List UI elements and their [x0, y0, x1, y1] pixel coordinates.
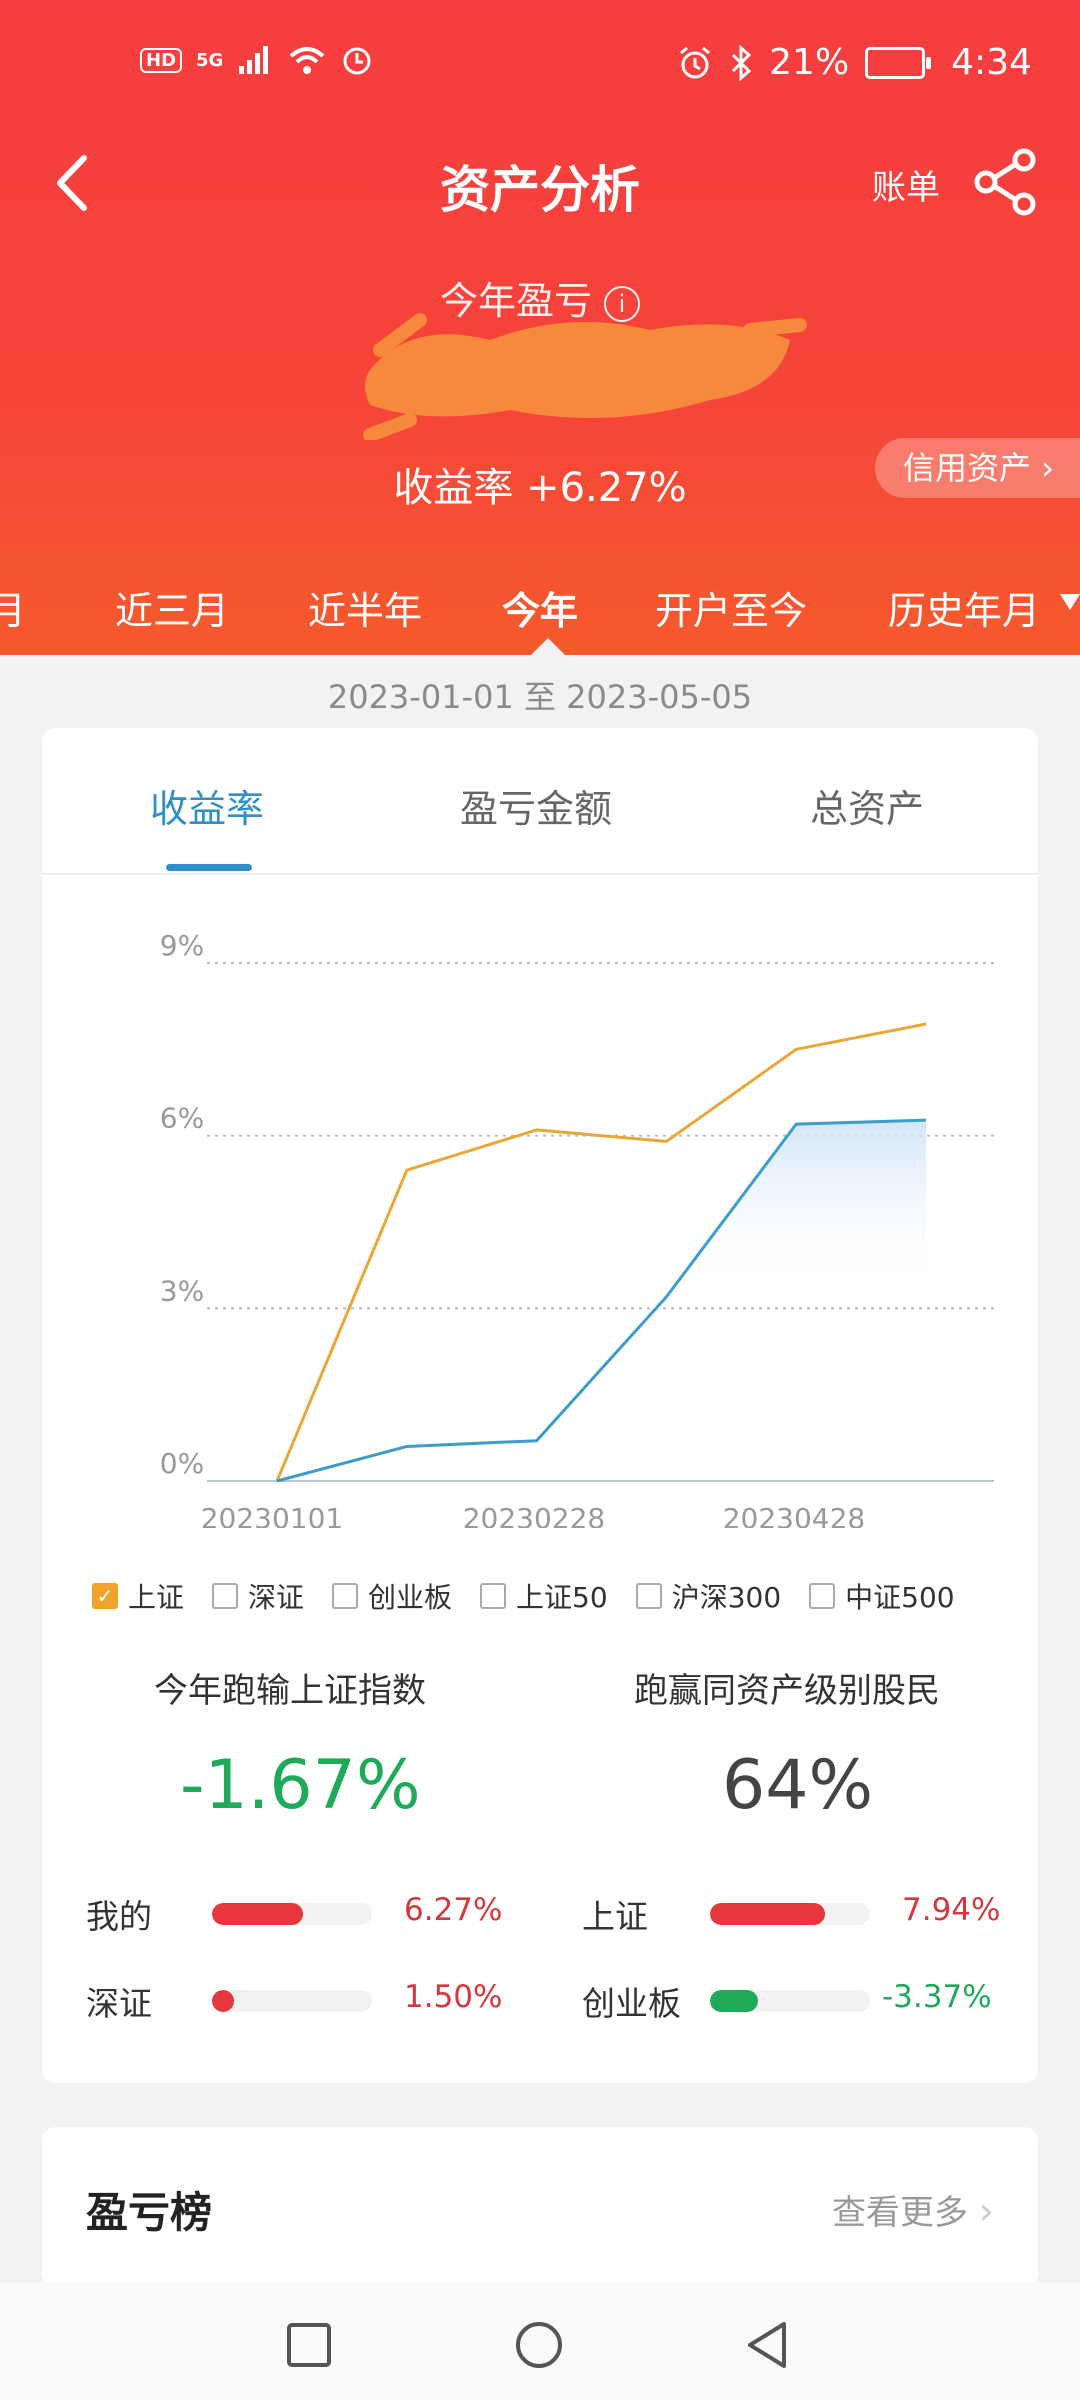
date-range: 2023-01-01 至 2023-05-05: [327, 678, 753, 716]
bar-label: 我的: [86, 1897, 152, 1936]
bluetooth-icon: [732, 44, 752, 81]
bar-track: [710, 1990, 870, 2012]
checkbox-icon: [212, 1583, 239, 1609]
app-notification-icon: [343, 47, 371, 75]
ranking-card: 盈亏榜 查看更多 ›: [42, 2127, 1038, 2287]
redaction-scribble: [363, 313, 807, 440]
x-tick-label: 20230228: [463, 1502, 606, 1528]
tab-3-months[interactable]: 近三月: [115, 580, 229, 635]
legend-label: 沪深300: [671, 1581, 782, 1614]
bar-track: [710, 1903, 870, 1925]
tab-history[interactable]: 历史年月: [888, 580, 1040, 635]
legend-item[interactable]: 沪深300: [635, 1576, 782, 1616]
tab-this-year[interactable]: 今年: [502, 580, 578, 635]
vs-index-title: 今年跑输上证指数: [154, 1671, 426, 1711]
battery-icon: [865, 46, 932, 79]
battery-percent: 21%: [769, 42, 850, 83]
legend-label: 上证: [128, 1581, 185, 1614]
analysis-card: 收益率 盈亏金额 总资产 9% 6% 3% 0% 20230101 20230228 202…: [42, 728, 1038, 2083]
share-icon[interactable]: [966, 142, 1046, 222]
x-tick-label: 20230428: [723, 1502, 866, 1528]
alarm-icon: [680, 46, 711, 78]
bar-fill: [710, 1990, 758, 2012]
index-legend: ✓ 上证 深证 创业板 上证50 沪深300 中证500: [92, 1576, 1032, 1616]
bar-label: 创业板: [582, 1984, 681, 2023]
bar-label: 深证: [86, 1984, 152, 2023]
vs-peers-title: 跑赢同资产级别股民: [634, 1671, 940, 1711]
credit-assets-label: 信用资产: [903, 449, 1032, 487]
legend-item[interactable]: 创业板: [332, 1576, 452, 1616]
nav-bar: 资产分析 账单: [0, 130, 1080, 240]
network-label: 5G: [196, 49, 224, 71]
bar-value: 1.50%: [404, 1979, 503, 2015]
signal-icon: [239, 46, 269, 74]
active-tab-caret: [530, 638, 566, 656]
bar-fill: [710, 1903, 826, 1925]
vs-peers-value: 64%: [722, 1746, 874, 1825]
credit-assets-button[interactable]: 信用资产 ›: [875, 438, 1080, 498]
dropdown-icon[interactable]: [1060, 592, 1080, 612]
chevron-right-icon: ›: [978, 2189, 994, 2233]
status-left: HD 5G: [140, 44, 373, 76]
series-area: [666, 1120, 926, 1297]
bill-link[interactable]: 账单: [872, 160, 940, 209]
bar-value: -3.37%: [882, 1979, 992, 2015]
y-tick-label: 0%: [160, 1447, 204, 1480]
ranking-title: 盈亏榜: [86, 2188, 213, 2237]
checkbox-icon: [480, 1583, 507, 1609]
tab-6-months[interactable]: 近半年: [308, 580, 422, 635]
wifi-icon: [290, 47, 325, 74]
status-right: 21% 4:34: [677, 42, 1032, 83]
clock: 4:34: [951, 42, 1032, 83]
view-more-label: 查看更多: [831, 2193, 968, 2233]
bar-value: 6.27%: [404, 1892, 503, 1928]
legend-label: 上证50: [516, 1581, 608, 1614]
vs-index-value: -1.67%: [180, 1746, 421, 1825]
view-more-link[interactable]: 查看更多 ›: [832, 2185, 994, 2234]
return-chart: 9% 6% 3% 0% 20230101 20230228 20230428: [160, 929, 994, 1528]
tab-month[interactable]: 月: [0, 580, 26, 635]
bar-label: 上证: [582, 1897, 648, 1936]
checkbox-icon: [332, 1583, 359, 1609]
system-nav-bar: [0, 2282, 1080, 2400]
y-tick-label: 6%: [160, 1102, 204, 1135]
legend-item[interactable]: ✓ 上证: [92, 1576, 184, 1616]
recent-apps-icon[interactable]: [286, 2322, 332, 2368]
checkbox-icon: [809, 1583, 836, 1609]
tab-since-open[interactable]: 开户至今: [655, 580, 807, 635]
home-icon[interactable]: [514, 2320, 564, 2370]
y-tick-label: 3%: [160, 1274, 204, 1307]
back-nav-icon[interactable]: [744, 2320, 790, 2370]
status-bar: HD 5G 21% 4:34: [0, 0, 1080, 130]
bar-fill: [212, 1990, 235, 2012]
checkbox-icon: [635, 1583, 662, 1609]
bar-fill: [212, 1903, 304, 1925]
x-tick-label: 20230101: [201, 1502, 344, 1528]
hd-icon: HD: [140, 47, 183, 73]
y-tick-label: 9%: [160, 929, 204, 962]
legend-item[interactable]: 中证500: [809, 1576, 955, 1616]
legend-label: 深证: [248, 1581, 305, 1614]
bar-track: [212, 1903, 372, 1925]
legend-item[interactable]: 上证50: [480, 1576, 608, 1616]
legend-item[interactable]: 深证: [212, 1576, 304, 1616]
legend-label: 创业板: [368, 1581, 453, 1614]
bar-value: 7.94%: [902, 1892, 1001, 1928]
legend-label: 中证500: [845, 1581, 955, 1614]
checkbox-checked-icon: ✓: [92, 1583, 118, 1609]
bar-track: [212, 1990, 372, 2012]
